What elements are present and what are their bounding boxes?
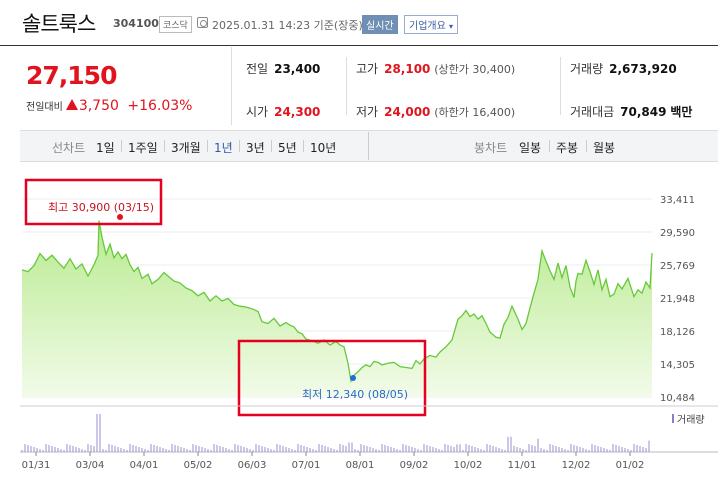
x-tick-label: 04/01 (130, 460, 159, 471)
x-tick-label: 12/02 (562, 460, 591, 471)
tab-3month[interactable]: 3개월 (171, 139, 201, 156)
stat-high: 고가 28,100 (상한가 30,400) (356, 60, 515, 77)
tab-3year[interactable]: 3년 (246, 139, 265, 156)
stat-volume-label: 거래량 (570, 62, 604, 76)
x-tick-label: 07/01 (292, 460, 321, 471)
stat-prev-label: 전일 (246, 62, 269, 76)
tab-divider (239, 140, 240, 152)
stat-amount-unit: 백만 (670, 105, 693, 119)
tab-divider (271, 140, 272, 152)
change-percent: +16.03% (127, 98, 193, 114)
company-overview-label: 기업개요 (409, 21, 446, 32)
tab-divider (368, 132, 369, 160)
y-tick-label: 10,484 (660, 393, 695, 404)
tab-1year[interactable]: 1년 (214, 139, 233, 156)
tab-daily-candle[interactable]: 일봉 (519, 139, 541, 156)
calendar-icon (197, 17, 208, 28)
tab-1week[interactable]: 1주일 (128, 139, 158, 156)
tab-weekly-candle[interactable]: 주봉 (556, 139, 578, 156)
stat-prev-value: 23,400 (274, 62, 321, 76)
change-amount: 3,750 (78, 98, 119, 114)
volume-legend-swatch (672, 414, 674, 423)
min-price-dot (350, 374, 356, 381)
quote-datetime: 2025.01.31 14:23 기준(장중) (212, 19, 363, 32)
stat-high-label: 고가 (356, 62, 379, 76)
price-change: 전일대비 3,750 +16.03% (26, 98, 192, 114)
x-tick-label: 03/04 (76, 460, 105, 471)
stat-low-value: 24,000 (384, 105, 431, 119)
tab-divider (207, 140, 208, 152)
market-badge: 코스닥 (159, 16, 192, 33)
x-tick-label: 11/01 (508, 460, 537, 471)
price-chart-svg: 33,411 29,590 25,769 21,948 18,126 14,305 10,4… (20, 178, 718, 471)
x-tick-label: 06/03 (238, 460, 267, 471)
price-chart: 33,411 29,590 25,769 21,948 18,126 14,305 10,4… (0, 162, 718, 492)
tab-divider (121, 140, 122, 152)
candle-chart-label: 봉차트 (474, 141, 508, 155)
stat-open: 시가 24,300 (246, 103, 320, 120)
stat-low: 저가 24,000 (하한가 16,400) (356, 103, 515, 120)
line-chart-label: 선차트 (52, 141, 86, 155)
x-tick-label: 09/02 (400, 460, 429, 471)
stat-amount-value: 70,849 (620, 105, 667, 119)
change-label: 전일대비 (26, 102, 63, 113)
current-price: 27,150 (26, 61, 117, 90)
max-price-label: 최고 30,900 (03/15) (48, 201, 154, 214)
stat-open-value: 24,300 (274, 105, 321, 119)
tab-10year[interactable]: 10년 (310, 139, 336, 156)
stat-open-label: 시가 (246, 105, 269, 119)
y-tick-label: 29,590 (660, 228, 695, 239)
y-tick-label: 25,769 (660, 261, 695, 272)
stat-low-label: 저가 (356, 105, 379, 119)
tab-monthly-candle[interactable]: 월봉 (593, 139, 615, 156)
x-tick-label: 01/02 (616, 460, 645, 471)
stock-code: 304100 (113, 17, 159, 30)
price-area (22, 220, 652, 397)
y-tick-label: 33,411 (660, 195, 695, 206)
tab-divider (164, 140, 165, 152)
stat-prev: 전일 23,400 (246, 60, 320, 77)
chart-tab-bar: 선차트 1일 1주일 3개월 1년 3년 5년 10년 봉차트 일봉 주봉 월봉 (20, 130, 718, 162)
stat-amount: 거래대금 70,849 백만 (570, 103, 692, 120)
tab-5year[interactable]: 5년 (278, 139, 297, 156)
tab-divider (586, 140, 587, 152)
stock-header: 솔트룩스 304100 코스닥 2025.01.31 14:23 기준(장중) … (0, 0, 718, 46)
company-overview-button[interactable]: 기업개요 ▾ (404, 15, 459, 34)
x-tick-label: 01/31 (22, 460, 51, 471)
tab-1day[interactable]: 1일 (96, 139, 115, 156)
x-tick-label: 08/01 (346, 460, 375, 471)
volume-legend-label: 거래량 (677, 414, 705, 426)
tab-divider (549, 140, 550, 152)
stat-volume-value: 2,673,920 (609, 62, 677, 76)
tab-divider (303, 140, 304, 152)
y-tick-label: 18,126 (660, 327, 695, 338)
stat-amount-label: 거래대금 (570, 105, 615, 119)
stat-high-note: (상한가 30,400) (434, 63, 516, 76)
triangle-up-icon (65, 99, 78, 110)
price-stats: 전일 23,400 시가 24,300 고가 28,100 (상한가 30,400) … (232, 47, 718, 125)
stock-name: 솔트룩스 (22, 12, 96, 36)
y-tick-label: 21,948 (660, 294, 695, 305)
realtime-button[interactable]: 실시간 (362, 15, 398, 34)
min-price-label: 최저 12,340 (08/05) (302, 388, 408, 401)
stat-high-value: 28,100 (384, 62, 431, 76)
max-price-dot (117, 214, 123, 220)
divider (560, 57, 561, 115)
x-tick-label: 05/02 (184, 460, 213, 471)
stat-low-note: (하한가 16,400) (434, 106, 516, 119)
chevron-down-icon: ▾ (449, 22, 454, 31)
price-summary: 27,150 전일대비 3,750 +16.03% (22, 47, 232, 125)
x-tick-label: 10/02 (454, 460, 483, 471)
divider (346, 57, 347, 115)
y-tick-label: 14,305 (660, 360, 695, 371)
stat-volume: 거래량 2,673,920 (570, 60, 677, 77)
